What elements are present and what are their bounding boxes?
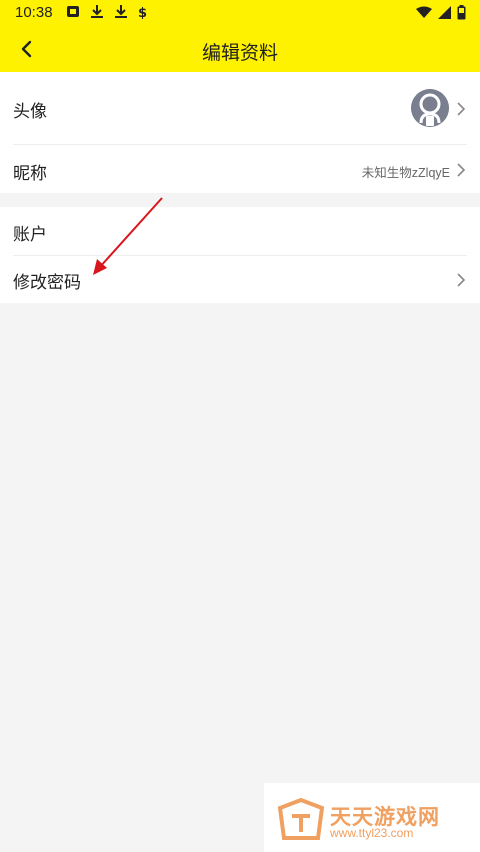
battery-icon — [457, 5, 466, 20]
status-bar: 10:38 $ — [0, 0, 480, 27]
notification-icon — [66, 4, 80, 19]
svg-text:$: $ — [138, 6, 147, 19]
status-left-icons: $ — [66, 4, 152, 21]
app-icon: $ — [138, 4, 152, 21]
watermark-logo-icon — [278, 798, 324, 840]
nickname-label: 昵称 — [13, 164, 47, 184]
nickname-row[interactable]: 昵称 未知生物zZlqyE — [0, 145, 480, 193]
account-section: 账户 修改密码 — [0, 207, 480, 303]
app-bar: 编辑资料 — [0, 27, 480, 72]
status-right-icons — [416, 5, 466, 20]
signal-icon — [438, 6, 451, 19]
chevron-right-icon — [457, 163, 466, 177]
avatar[interactable] — [411, 89, 449, 127]
profile-section: 头像 昵称 未知生物zZlqyE — [0, 72, 480, 193]
avatar-label: 头像 — [13, 102, 47, 122]
download-icon — [114, 4, 128, 19]
status-time: 10:38 — [15, 4, 53, 21]
change-password-row[interactable]: 修改密码 — [0, 256, 480, 303]
nickname-value: 未知生物zZlqyE — [361, 166, 450, 180]
page-title: 编辑资料 — [201, 42, 278, 64]
change-password-label: 修改密码 — [13, 273, 81, 293]
wifi-icon — [416, 6, 432, 18]
chevron-right-icon — [457, 102, 466, 116]
watermark-url: www.ttyl23.com — [330, 826, 414, 840]
avatar-row[interactable]: 头像 — [0, 72, 480, 144]
account-label: 账户 — [13, 225, 47, 245]
download-icon — [90, 4, 104, 19]
user-avatar-icon — [411, 89, 449, 127]
account-row: 账户 — [0, 207, 480, 255]
chevron-right-icon — [457, 273, 466, 287]
watermark: 天天游戏网 www.ttyl23.com — [264, 783, 480, 852]
